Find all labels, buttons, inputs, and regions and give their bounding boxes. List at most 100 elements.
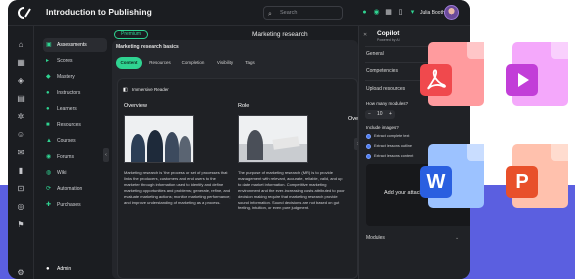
search-input[interactable]: ⌕ Search <box>263 6 343 20</box>
reader-panel: ◧ Immersive Reader Overview Role Marketi… <box>117 78 358 279</box>
tab-visibility[interactable]: Visibility <box>212 57 238 69</box>
admin-icon: ● <box>46 266 50 272</box>
radio-content[interactable] <box>366 154 371 159</box>
play-icon <box>506 64 538 96</box>
questions-label: How many modules? <box>366 101 409 106</box>
resources-icon: ■ <box>46 122 50 128</box>
mail-icon[interactable]: ✉ <box>16 148 26 158</box>
search-icon: ⌕ <box>268 11 272 18</box>
chevron-down-icon[interactable]: ⌄ <box>455 235 459 241</box>
immersive-reader-button[interactable]: ◧ Immersive Reader <box>123 87 169 93</box>
sidebar-item-label: Learners <box>57 106 77 112</box>
automation-icon: ⟳ <box>46 186 52 192</box>
premium-badge[interactable]: Premium <box>114 30 149 39</box>
avatar[interactable] <box>444 5 459 20</box>
radio-outline[interactable] <box>366 144 371 149</box>
role-text: The purpose of marketing research (MR) i… <box>238 170 345 211</box>
settings-icon[interactable]: ✲ <box>16 112 26 122</box>
word-letter-icon: W <box>420 166 452 198</box>
book-icon[interactable]: ▤ <box>16 94 26 104</box>
wiki-icon: ◍ <box>46 170 52 176</box>
role-photo <box>238 115 308 163</box>
grid-icon[interactable]: ▦ <box>16 58 26 68</box>
copilot-subtitle: Powered by AI <box>377 38 400 42</box>
home-icon[interactable]: ⌂ <box>16 40 26 50</box>
copilot-row-general[interactable]: General <box>366 51 384 57</box>
cart-icon[interactable]: ⊡ <box>16 184 26 194</box>
flag-icon[interactable]: ⚑ <box>16 220 26 230</box>
sidebar-item-label: Purchases <box>57 202 81 208</box>
top-bar: Introduction to Publishing ⌕ Search ● ◉ … <box>8 0 470 26</box>
premium-badge-label: Premium <box>121 31 142 37</box>
learners-icon: ● <box>46 106 50 112</box>
sidebar-item-label: Mastery <box>57 74 75 80</box>
video-file-icon <box>506 42 568 106</box>
role-heading: Role <box>238 103 250 109</box>
sidebar-item-label: Instructors <box>57 90 81 96</box>
radio-label: Extract lessons content <box>374 154 414 158</box>
content-card: Marketing research basics Content Resour… <box>112 40 363 279</box>
tab-resources[interactable]: Resources <box>146 57 174 69</box>
instructor-icon: ● <box>46 90 50 96</box>
sidebar-item-label: Courses <box>57 138 76 144</box>
user-name: Julia Booth <box>420 10 445 16</box>
radio-complete[interactable] <box>366 134 371 139</box>
sidebar-item-mastery[interactable]: ◆ Mastery <box>43 70 107 84</box>
chat-icon[interactable]: ◉ <box>372 8 381 17</box>
reader-icon: ◧ <box>123 87 128 93</box>
sidebar-item-courses[interactable]: ▲ Courses <box>43 134 107 148</box>
sidebar: ▣ Assessments ▸ Scores ◆ Mastery ● Instr… <box>35 26 107 279</box>
tab-tags[interactable]: Tags <box>242 57 258 69</box>
sidebar-item-label: Automation <box>57 186 83 192</box>
sidebar-collapse-toggle[interactable]: ‹ <box>103 148 109 162</box>
bell-icon[interactable]: ● <box>360 8 369 17</box>
sidebar-item-automation[interactable]: ⟳ Automation <box>43 182 107 196</box>
sidebar-item-assessments[interactable]: ▣ Assessments <box>43 38 107 52</box>
radio-label: Extract lessons outline <box>374 144 412 148</box>
sidebar-item-label: Assessments <box>57 42 87 48</box>
powerpoint-letter-icon: P <box>506 166 538 198</box>
overview-text: Marketing research is 'the process or se… <box>124 170 231 205</box>
mastery-icon: ◆ <box>46 74 51 80</box>
purchases-icon: ✚ <box>46 202 52 208</box>
main-content: Premium Marketing research Marketing res… <box>110 26 363 279</box>
gear-icon[interactable]: ⚙ <box>16 268 26 278</box>
modules-label[interactable]: Modules <box>366 235 385 241</box>
calendar-icon[interactable]: ▦ <box>384 8 393 17</box>
sidebar-item-label: Resources <box>57 122 81 128</box>
copilot-row-upload[interactable]: Upload resources <box>366 86 405 92</box>
modules-stepper[interactable]: − 10 + <box>365 110 395 119</box>
courses-icon: ▲ <box>46 138 52 144</box>
sidebar-item-learners[interactable]: ● Learners <box>43 102 107 116</box>
acrobat-icon <box>420 64 452 96</box>
app-window: Introduction to Publishing ⌕ Search ● ◉ … <box>8 0 470 279</box>
sidebar-footer-admin[interactable]: ● Admin <box>43 266 71 272</box>
chart-icon[interactable]: ▮ <box>16 166 26 176</box>
icon-rail: ⌂ ▦ ◈ ▤ ✲ ☺ ✉ ▮ ⊡ ◎ ⚑ ⚙ <box>8 26 34 279</box>
close-icon[interactable]: ✕ <box>363 32 367 38</box>
sidebar-item-instructors[interactable]: ● Instructors <box>43 86 107 100</box>
sidebar-item-scores[interactable]: ▸ Scores <box>43 54 107 68</box>
sidebar-item-label: Wiki <box>57 170 67 176</box>
minus-icon[interactable]: − <box>368 110 371 119</box>
plus-icon[interactable]: + <box>389 110 392 119</box>
sidebar-footer-label: Admin <box>57 266 72 272</box>
cart-icon[interactable]: ▾ <box>408 8 417 17</box>
layers-icon[interactable]: ◈ <box>16 76 26 86</box>
sidebar-item-purchases[interactable]: ✚ Purchases <box>43 198 107 212</box>
sidebar-item-forums[interactable]: ◉ Forums <box>43 150 107 164</box>
clipboard-icon: ▣ <box>46 42 52 48</box>
sidebar-item-wiki[interactable]: ◍ Wiki <box>43 166 107 180</box>
overview-photo <box>124 115 194 163</box>
sidebar-item-resources[interactable]: ■ Resources <box>43 118 107 132</box>
users-icon[interactable]: ☺ <box>16 130 26 140</box>
tab-completion[interactable]: Completion <box>178 57 208 69</box>
app-logo-icon[interactable] <box>17 7 31 19</box>
powerpoint-file-icon: P <box>506 144 568 208</box>
app-title: Introduction to Publishing <box>46 7 152 17</box>
copilot-row-competencies[interactable]: Competencies <box>366 68 398 74</box>
trash-icon[interactable]: ▯ <box>396 8 405 17</box>
tab-content[interactable]: Content <box>116 57 142 69</box>
include-label: Include images? <box>366 125 399 130</box>
globe-icon[interactable]: ◎ <box>16 202 26 212</box>
